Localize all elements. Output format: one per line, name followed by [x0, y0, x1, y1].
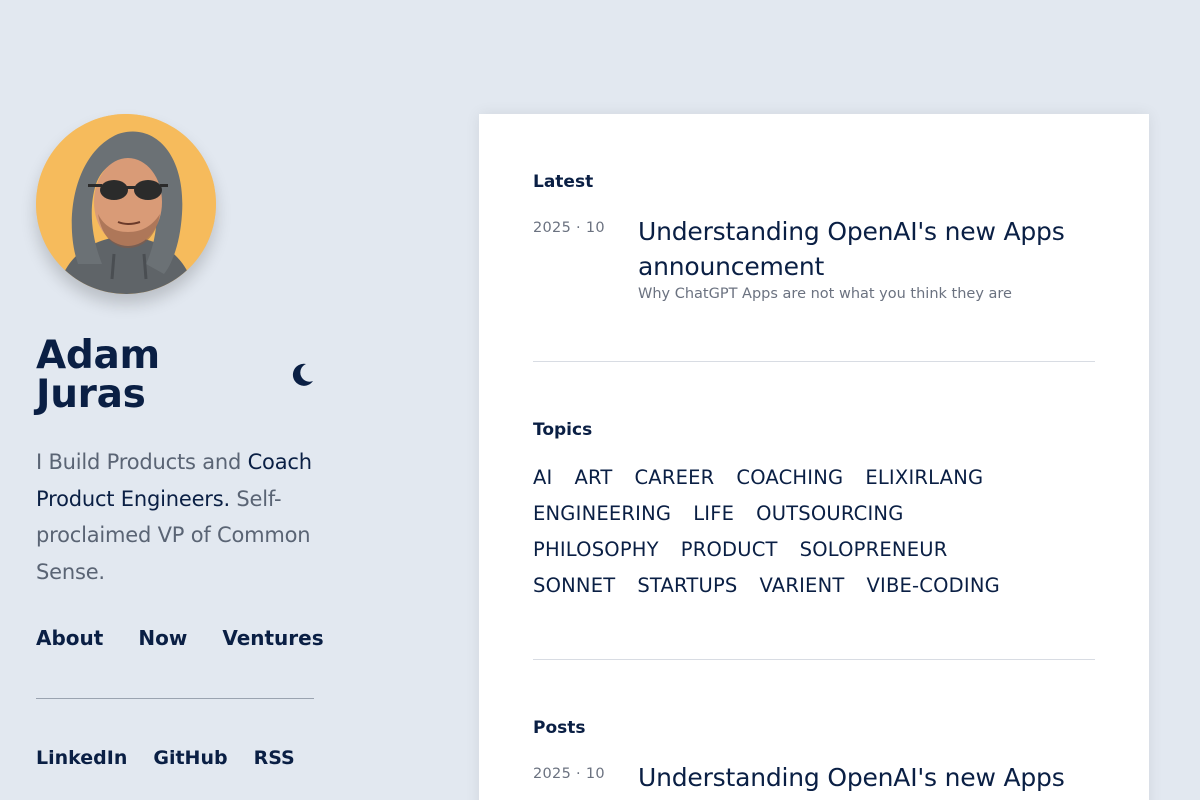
github-link[interactable]: GitHub: [153, 747, 227, 769]
topic-link[interactable]: AI: [533, 460, 553, 496]
rss-link[interactable]: RSS: [254, 747, 295, 769]
topic-link[interactable]: STARTUPS: [637, 568, 737, 604]
topic-link[interactable]: LIFE: [693, 496, 734, 532]
latest-post-body: Understanding OpenAI's new Apps announce…: [638, 214, 1095, 302]
social-links: LinkedIn GitHub RSS: [36, 747, 316, 769]
topic-link[interactable]: PRODUCT: [681, 532, 778, 568]
latest-post-title[interactable]: Understanding OpenAI's new Apps announce…: [638, 214, 1095, 284]
topic-link[interactable]: VIBE-CODING: [866, 568, 999, 604]
avatar-illustration: [36, 114, 216, 294]
latest-heading: Latest: [533, 172, 594, 192]
topic-link[interactable]: ART: [575, 460, 613, 496]
post-body: Understanding OpenAI's new Apps: [638, 760, 1095, 795]
topics-section: Topics AI ART CAREER COACHING ELIXIRLANG…: [533, 420, 1095, 604]
nav-ventures[interactable]: Ventures: [222, 626, 323, 650]
bio-prefix: I Build Products and: [36, 450, 248, 474]
latest-post-date: 2025 · 10: [533, 220, 605, 236]
moon-icon[interactable]: [288, 361, 316, 389]
main-nav: About Now Ventures: [36, 626, 324, 650]
avatar: [36, 114, 216, 294]
topic-link[interactable]: ENGINEERING: [533, 496, 671, 532]
latest-post: 2025 · 10 Understanding OpenAI's new App…: [533, 214, 1095, 302]
site-owner-name: Adam Juras: [36, 333, 160, 417]
latest-post-subtitle: Why ChatGPT Apps are not what you think …: [638, 286, 1012, 302]
nav-about[interactable]: About: [36, 626, 103, 650]
post-item: 2025 · 10 Understanding OpenAI's new App…: [533, 760, 1095, 795]
topics-list: AI ART CAREER COACHING ELIXIRLANG ENGINE…: [533, 460, 1073, 604]
topic-link[interactable]: SONNET: [533, 568, 615, 604]
name-row: Adam Juras: [36, 336, 316, 414]
bio: I Build Products and Coach Product Engin…: [36, 444, 321, 590]
topic-link[interactable]: COACHING: [736, 460, 843, 496]
posts-heading: Posts: [533, 718, 586, 738]
content-card: Latest 2025 · 10 Understanding OpenAI's …: [479, 114, 1149, 800]
post-date: 2025 · 10: [533, 766, 605, 782]
nav-now[interactable]: Now: [138, 626, 187, 650]
topic-link[interactable]: OUTSOURCING: [756, 496, 903, 532]
posts-section: Posts 2025 · 10 Understanding OpenAI's n…: [533, 718, 1095, 795]
linkedin-link[interactable]: LinkedIn: [36, 747, 127, 769]
topic-link[interactable]: CAREER: [634, 460, 714, 496]
page: Adam Juras I Build Products and Coach Pr…: [0, 0, 1200, 800]
topic-link[interactable]: PHILOSOPHY: [533, 532, 659, 568]
topic-link[interactable]: ELIXIRLANG: [865, 460, 983, 496]
topics-heading: Topics: [533, 420, 593, 440]
topic-link[interactable]: VARIENT: [760, 568, 845, 604]
section-divider-1: [533, 361, 1095, 362]
section-divider-2: [533, 659, 1095, 660]
post-title[interactable]: Understanding OpenAI's new Apps: [638, 760, 1095, 795]
latest-section: Latest 2025 · 10 Understanding OpenAI's …: [533, 172, 1095, 302]
sidebar: Adam Juras I Build Products and Coach Pr…: [36, 114, 324, 769]
topic-link[interactable]: SOLOPRENEUR: [800, 532, 948, 568]
sidebar-divider: [36, 698, 314, 699]
